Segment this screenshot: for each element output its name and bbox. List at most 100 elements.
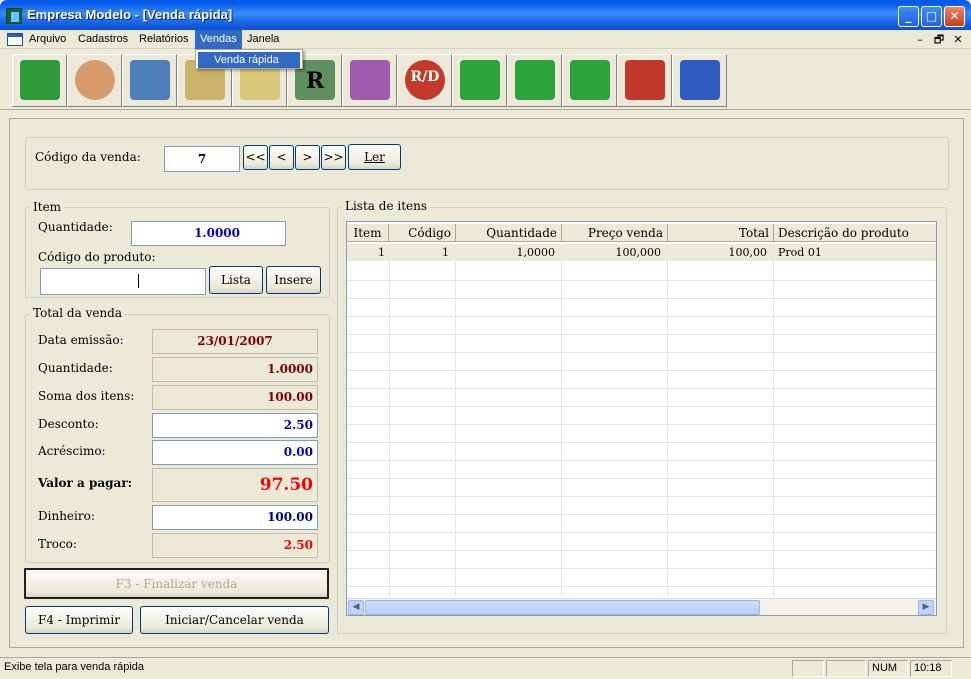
start-cancel-sale-button[interactable]: Iniciar/Cancelar venda (140, 606, 329, 634)
total-quantity-value: 1.0000 (152, 357, 318, 382)
grid-row-line (347, 460, 936, 461)
grid-column-divider (773, 242, 774, 596)
scroll-thumb[interactable] (365, 600, 760, 615)
window-title: Empresa Modelo - [Venda rápida] (27, 7, 233, 22)
scroll-left-icon[interactable]: ◀ (348, 600, 364, 615)
total-quantity-label: Quantidade: (38, 361, 113, 375)
grid-row-line (347, 316, 936, 317)
product-code-input[interactable] (40, 268, 206, 295)
column-header-total[interactable]: Total (668, 224, 774, 242)
column-header-item[interactable]: Item (347, 224, 389, 242)
grid-row-line (347, 496, 936, 497)
maximize-icon: □ (925, 9, 938, 23)
chart-icon (625, 60, 665, 100)
toolbar-button-refresh[interactable] (452, 54, 507, 107)
column-header-description[interactable]: Descrição do produto (774, 224, 936, 242)
toolbar-button-calculator[interactable] (342, 54, 397, 107)
title-bar[interactable]: Empresa Modelo - [Venda rápida] _ □ ✕ (0, 0, 971, 30)
finalize-sale-button[interactable]: F3 - Finalizar venda (24, 568, 329, 599)
nav-first-button[interactable]: << (243, 145, 268, 170)
maximize-button[interactable]: □ (921, 6, 942, 27)
horizontal-scrollbar[interactable]: ◀ ▶ (347, 598, 936, 615)
toolbar-button-home[interactable] (507, 54, 562, 107)
discount-input[interactable]: 2.50 (152, 413, 318, 438)
grid-row-line (347, 370, 936, 371)
items-sum-value: 100.00 (152, 385, 318, 410)
mdi-close-icon[interactable]: ✕ (950, 32, 966, 47)
status-pane-empty (792, 660, 824, 677)
column-header-price[interactable]: Preço venda (562, 224, 668, 242)
grid-row-line (347, 442, 936, 443)
grid-row-line (347, 406, 936, 407)
print-button[interactable]: F4 - Imprimir (25, 606, 133, 634)
column-header-code[interactable]: Código (389, 224, 456, 242)
app-icon (6, 8, 22, 24)
items-grid[interactable]: Item Código Quantidade Preço venda Total… (346, 221, 937, 616)
mdi-restore-icon[interactable]: 🗗 (931, 32, 947, 47)
product-code-label: Código do produto: (38, 250, 156, 264)
grid-row-line (347, 352, 936, 353)
cash-input[interactable]: 100.00 (152, 505, 318, 530)
mdi-minimize-icon[interactable]: – (912, 32, 928, 47)
nav-next-button[interactable]: > (295, 145, 320, 170)
sale-code-input[interactable]: 7 (164, 146, 240, 172)
menu-janela[interactable]: Janela (242, 30, 284, 49)
status-num: NUM (868, 660, 908, 677)
grid-row-line (347, 424, 936, 425)
menu-arquivo[interactable]: Arquivo (24, 30, 71, 49)
change-value: 2.50 (152, 533, 318, 558)
menu-cadastros[interactable]: Cadastros (73, 30, 133, 49)
users-icon (75, 60, 115, 100)
list-button[interactable]: Lista (209, 266, 263, 294)
toolbar-button-rd[interactable]: R/D (397, 54, 452, 107)
nav-prev-button[interactable]: < (269, 145, 294, 170)
minimize-icon: _ (905, 9, 912, 23)
mdi-window-icon[interactable] (7, 33, 23, 46)
nav-last-button[interactable]: >> (321, 145, 346, 170)
grid-column-divider (455, 242, 456, 596)
menu-venda-rapida[interactable]: Venda rápida (198, 52, 300, 68)
status-bar: Exibe tela para venda rápida NUM 10:18 (0, 657, 971, 679)
status-time: 10:18 (910, 660, 952, 677)
surcharge-label: Acréscimo: (38, 444, 106, 458)
quantity-input[interactable]: 1.0000 (131, 221, 286, 246)
calculator-icon (350, 60, 390, 100)
minimize-button[interactable]: _ (898, 6, 919, 27)
column-header-quantity[interactable]: Quantidade (456, 224, 562, 242)
discount-label: Desconto: (38, 417, 99, 431)
cell-total: 100,00 (667, 244, 773, 261)
grid-row-line (347, 568, 936, 569)
toolbar-button-users[interactable] (67, 54, 122, 107)
menu-relatorios[interactable]: Relatórios (134, 30, 194, 49)
status-pane-empty (826, 660, 866, 677)
grid-row-line (347, 532, 936, 533)
surcharge-input[interactable]: 0.00 (152, 440, 318, 465)
toolbar-button-chart[interactable] (617, 54, 672, 107)
quantity-label: Quantidade: (38, 220, 113, 234)
grid-row-line (347, 280, 936, 281)
close-button[interactable]: ✕ (944, 6, 965, 27)
menu-vendas[interactable]: Vendas (195, 30, 242, 49)
toolbar-button-file-cabinet[interactable] (122, 54, 177, 107)
scroll-right-icon[interactable]: ▶ (918, 600, 934, 615)
sale-code-label: Código da venda: (35, 150, 141, 164)
home-icon (515, 60, 555, 100)
chart-blue-icon (680, 60, 720, 100)
grid-row-line (347, 586, 936, 587)
toolbar-button-pen[interactable] (562, 54, 617, 107)
refresh-icon (460, 60, 500, 100)
read-button[interactable]: Ler (348, 144, 401, 170)
items-list-title: Lista de itens (342, 199, 431, 213)
text-cursor (138, 274, 139, 288)
pen-icon (570, 60, 610, 100)
close-icon: ✕ (949, 9, 960, 23)
toolbar-button-chart-blue[interactable] (672, 54, 727, 107)
insert-button[interactable]: Insere (266, 266, 321, 294)
amount-due-label: Valor a pagar: (38, 476, 133, 490)
toolbar-button-map[interactable] (12, 54, 67, 107)
table-row[interactable]: 1 1 1,0000 100,000 100,00 Prod 01 (347, 244, 936, 261)
cell-quantity: 1,0000 (455, 244, 561, 261)
status-message: Exibe tela para venda rápida (4, 661, 145, 673)
change-label: Troco: (38, 537, 77, 551)
grid-row-line (347, 334, 936, 335)
